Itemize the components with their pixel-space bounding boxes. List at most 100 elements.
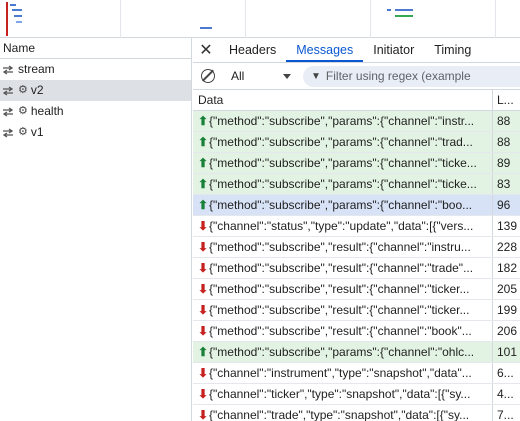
websocket-icon <box>2 85 14 96</box>
websocket-icon <box>2 64 14 75</box>
message-length-cell: 206 <box>497 324 518 338</box>
message-data-cell: ⬇{"method":"subscribe","result":{"channe… <box>193 258 493 278</box>
message-row[interactable]: ⬇{"channel":"trade","type":"snapshot","d… <box>193 405 520 421</box>
received-arrow-icon: ⬇ <box>198 261 209 275</box>
overview-marker <box>6 2 8 36</box>
clear-messages-icon[interactable] <box>201 69 215 83</box>
filter-icon: ▼ <box>311 70 321 82</box>
tab-messages[interactable]: Messages <box>286 38 363 62</box>
message-data-cell: ⬆{"method":"subscribe","params":{"channe… <box>193 174 493 194</box>
message-row[interactable]: ⬆{"method":"subscribe","params":{"channe… <box>193 153 520 174</box>
request-row-health[interactable]: ⚙ health <box>0 101 191 122</box>
message-row[interactable]: ⬆{"method":"subscribe","params":{"channe… <box>193 174 520 195</box>
message-row[interactable]: ⬆{"method":"subscribe","params":{"channe… <box>193 111 520 132</box>
message-data-cell: ⬇{"method":"subscribe","result":{"channe… <box>193 237 493 257</box>
gear-icon: ⚙ <box>18 84 28 96</box>
message-data-cell: ⬇{"method":"subscribe","result":{"channe… <box>193 321 493 341</box>
received-arrow-icon: ⬇ <box>198 408 209 421</box>
tab-timing[interactable]: Timing <box>424 38 481 62</box>
request-name: stream <box>18 62 55 76</box>
sent-arrow-icon: ⬆ <box>198 177 209 191</box>
received-arrow-icon: ⬇ <box>198 324 209 338</box>
overview-marker <box>12 9 22 11</box>
tab-headers[interactable]: Headers <box>219 38 286 62</box>
message-data-text: {"method":"subscribe","params":{"channel… <box>209 177 477 191</box>
message-data-text: {"channel":"status","type":"update","dat… <box>209 219 474 233</box>
message-data-cell: ⬇{"channel":"trade","type":"snapshot","d… <box>193 405 493 421</box>
overview-marker <box>395 15 413 17</box>
message-data-cell: ⬆{"method":"subscribe","params":{"channe… <box>193 153 493 173</box>
network-overview[interactable] <box>0 0 520 38</box>
messages-table-body: ⬆{"method":"subscribe","params":{"channe… <box>193 111 520 421</box>
message-data-cell: ⬆{"method":"subscribe","params":{"channe… <box>193 195 493 215</box>
close-icon[interactable]: ✕ <box>193 38 219 62</box>
message-length-cell: 96 <box>497 198 511 212</box>
request-row-stream[interactable]: stream <box>0 59 191 80</box>
filter-field[interactable]: ▼ <box>303 65 520 87</box>
message-type-select[interactable]: All <box>231 69 295 83</box>
request-name: v1 <box>30 125 44 139</box>
request-row-v1[interactable]: ⚙ v1 <box>0 122 191 143</box>
detail-tabbar: ✕ Headers Messages Initiator Timing <box>193 38 520 63</box>
message-data-text: {"method":"subscribe","result":{"channel… <box>209 240 471 254</box>
message-data-text: {"method":"subscribe","params":{"channel… <box>209 156 477 170</box>
received-arrow-icon: ⬇ <box>198 387 209 401</box>
name-column-header[interactable]: Name <box>0 38 191 59</box>
column-header-data[interactable]: Data <box>193 90 493 110</box>
sent-arrow-icon: ⬆ <box>198 114 209 128</box>
overview-divider <box>120 0 121 38</box>
message-length-cell: 7... <box>497 408 514 421</box>
message-row[interactable]: ⬇{"method":"subscribe","result":{"channe… <box>193 258 520 279</box>
request-detail-pane: ✕ Headers Messages Initiator Timing All … <box>193 38 520 421</box>
message-data-text: {"method":"subscribe","params":{"channel… <box>209 345 475 359</box>
message-length-cell: 101 <box>497 345 518 359</box>
message-data-cell: ⬇{"channel":"instrument","type":"snapsho… <box>193 363 493 383</box>
message-data-text: {"method":"subscribe","result":{"channel… <box>209 324 472 338</box>
message-row[interactable]: ⬇{"channel":"ticker","type":"snapshot","… <box>193 384 520 405</box>
message-row[interactable]: ⬆{"method":"subscribe","params":{"channe… <box>193 132 520 153</box>
gear-icon: ⚙ <box>18 105 28 117</box>
received-arrow-icon: ⬇ <box>198 240 209 254</box>
message-row[interactable]: ⬇{"channel":"status","type":"update","da… <box>193 216 520 237</box>
sent-arrow-icon: ⬆ <box>198 135 209 149</box>
message-row[interactable]: ⬇{"method":"subscribe","result":{"channe… <box>193 279 520 300</box>
message-row[interactable]: ⬇{"channel":"instrument","type":"snapsho… <box>193 363 520 384</box>
message-length-cell: 6... <box>497 366 514 380</box>
message-data-cell: ⬇{"channel":"ticker","type":"snapshot","… <box>193 384 493 404</box>
message-length-cell: 228 <box>497 240 518 254</box>
overview-marker <box>395 9 413 11</box>
message-length-cell: 88 <box>497 114 511 128</box>
message-data-text: {"method":"subscribe","params":{"channel… <box>209 135 473 149</box>
message-row[interactable]: ⬇{"method":"subscribe","result":{"channe… <box>193 300 520 321</box>
message-length-cell: 182 <box>497 261 518 275</box>
chevron-down-icon <box>283 73 291 79</box>
request-name: v2 <box>30 83 44 97</box>
messages-table-header: Data L... <box>193 90 520 111</box>
request-list: Name stream ⚙ v2 ⚙ health ⚙ v1 <box>0 38 192 421</box>
message-row[interactable]: ⬆{"method":"subscribe","params":{"channe… <box>193 195 520 216</box>
message-length-cell: 83 <box>497 177 511 191</box>
tab-initiator[interactable]: Initiator <box>363 38 424 62</box>
message-data-cell: ⬆{"method":"subscribe","params":{"channe… <box>193 132 493 152</box>
message-length-cell: 4... <box>497 387 514 401</box>
overview-marker <box>387 9 391 11</box>
request-row-v2[interactable]: ⚙ v2 <box>0 80 191 101</box>
message-row[interactable]: ⬇{"method":"subscribe","result":{"channe… <box>193 321 520 342</box>
column-header-length[interactable]: L... <box>493 90 520 110</box>
message-data-cell: ⬇{"channel":"status","type":"update","da… <box>193 216 493 236</box>
message-type-value: All <box>231 69 245 83</box>
overview-marker <box>200 27 212 29</box>
filter-input[interactable] <box>325 69 486 83</box>
message-data-cell: ⬆{"method":"subscribe","params":{"channe… <box>193 111 493 131</box>
message-row[interactable]: ⬆{"method":"subscribe","params":{"channe… <box>193 342 520 363</box>
overview-marker <box>10 4 16 6</box>
message-data-text: {"method":"subscribe","result":{"channel… <box>209 261 474 275</box>
websocket-icon <box>2 106 14 117</box>
sent-arrow-icon: ⬆ <box>198 156 209 170</box>
overview-marker <box>14 15 22 17</box>
message-length-cell: 88 <box>497 135 511 149</box>
overview-divider <box>495 0 496 38</box>
overview-divider <box>370 0 371 38</box>
message-data-cell: ⬆{"method":"subscribe","params":{"channe… <box>193 342 493 362</box>
message-row[interactable]: ⬇{"method":"subscribe","result":{"channe… <box>193 237 520 258</box>
